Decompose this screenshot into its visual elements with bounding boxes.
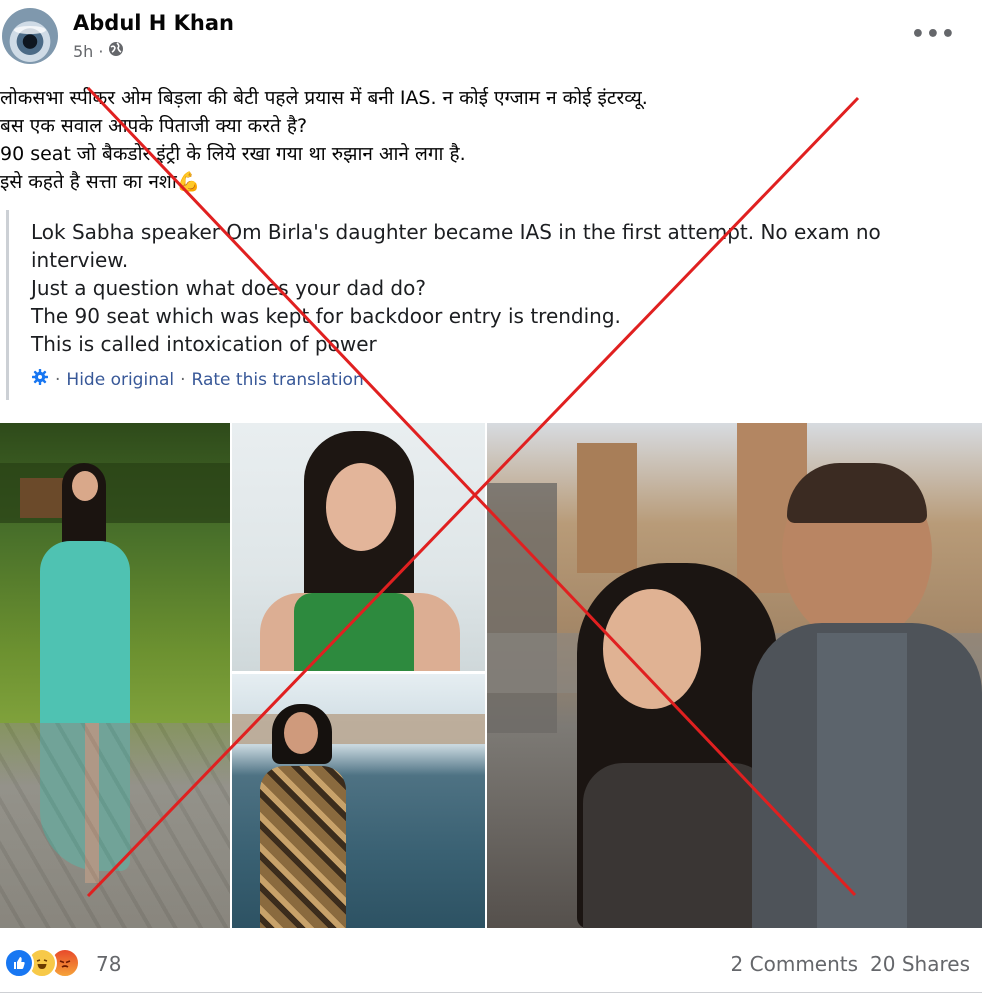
translation-block: Lok Sabha speaker Om Birla's daughter be… [6, 210, 969, 400]
ellipsis-icon[interactable]: ••• [911, 22, 956, 47]
post-text-line: बस एक सवाल आपके पिताजी क्या करते है? [0, 115, 308, 137]
post-meta: 5h · [73, 41, 124, 61]
photo-woman-teal-dress[interactable] [0, 423, 230, 928]
photo-father-daughter[interactable] [487, 423, 982, 928]
avatar[interactable] [2, 8, 58, 64]
reaction-count[interactable]: 78 [96, 952, 121, 976]
post-text-line: 90 seat जो बैकडोर इंट्री के लिये रखा गया… [0, 143, 466, 165]
rate-translation-link[interactable]: Rate this translation [192, 370, 364, 390]
post-time[interactable]: 5h [73, 42, 93, 61]
post-text: लोकसभा स्पीकर ओम बिड़ला की बेटी पहले प्र… [0, 84, 960, 196]
comments-count[interactable]: 2 Comments [731, 952, 859, 976]
post-text-line: इसे कहते है सत्ता का नशा💪 [0, 171, 201, 193]
translation-line: interview. [31, 248, 129, 272]
post-stats: 2 Comments 20 Shares [731, 952, 970, 976]
globe-icon[interactable] [108, 41, 124, 61]
translation-text: Lok Sabha speaker Om Birla's daughter be… [31, 218, 951, 358]
reaction-icons[interactable] [4, 948, 80, 978]
gear-icon[interactable] [31, 368, 49, 391]
photo-woman-waterfront[interactable] [232, 674, 485, 928]
post-header: Abdul H Khan 5h · ••• [0, 0, 982, 74]
hide-original-link[interactable]: Hide original [66, 370, 174, 390]
separator: · [180, 369, 186, 390]
post-text-line: लोकसभा स्पीकर ओम बिड़ला की बेटी पहले प्र… [0, 87, 648, 109]
photo-collage [0, 423, 982, 929]
separator: · [55, 369, 61, 390]
divider [0, 992, 982, 993]
translation-line: The 90 seat which was kept for backdoor … [31, 304, 621, 328]
translation-line: This is called intoxication of power [31, 332, 377, 356]
translation-line: Just a question what does your dad do? [31, 276, 426, 300]
shares-count[interactable]: 20 Shares [870, 952, 970, 976]
translation-line: Lok Sabha speaker Om Birla's daughter be… [31, 220, 881, 244]
author-name[interactable]: Abdul H Khan [73, 11, 234, 35]
translation-controls: · Hide original · Rate this translation [31, 368, 364, 391]
like-icon [4, 948, 34, 978]
engagement-bar: 78 2 Comments 20 Shares [0, 938, 982, 998]
photo-woman-green-top[interactable] [232, 423, 485, 671]
dot-separator: · [98, 41, 104, 61]
